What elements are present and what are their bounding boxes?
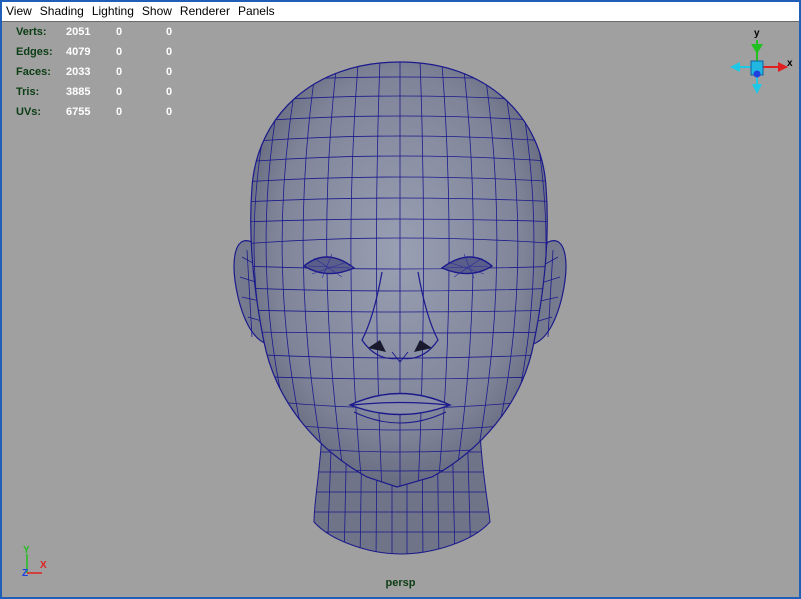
- view-cube-x-label: x: [787, 58, 793, 69]
- hud-row-uvs: UVs: 6755 0 0: [16, 102, 216, 122]
- hud-value: 0: [166, 106, 173, 118]
- view-cube[interactable]: y x: [730, 28, 793, 94]
- hud-value: 0: [116, 26, 123, 38]
- menu-show[interactable]: Show: [138, 2, 176, 21]
- hud-value: 0: [166, 26, 173, 38]
- hud-row-faces: Faces: 2033 0 0: [16, 62, 216, 82]
- maya-viewport-window: View Shading Lighting Show Renderer Pane…: [0, 0, 801, 599]
- hud-row-verts: Verts: 2051 0 0: [16, 22, 216, 42]
- menu-view[interactable]: View: [2, 2, 36, 21]
- menu-renderer[interactable]: Renderer: [176, 2, 234, 21]
- hud-label: Edges:: [16, 46, 53, 58]
- axis-gizmo: Y X Z: [22, 545, 47, 579]
- hud-label: Tris:: [16, 86, 40, 98]
- hud-label: UVs:: [16, 106, 42, 118]
- menu-lighting[interactable]: Lighting: [88, 2, 138, 21]
- view-cube-y-label: y: [754, 28, 760, 39]
- hud-row-edges: Edges: 4079 0 0: [16, 42, 216, 62]
- hud-label: Verts:: [16, 26, 47, 38]
- viewport-menubar: View Shading Lighting Show Renderer Pane…: [2, 2, 799, 22]
- hud-value: 2033: [66, 66, 91, 78]
- hud-value: 2051: [66, 26, 91, 38]
- hud-value: 0: [166, 86, 173, 98]
- axis-y-label: Y: [23, 545, 30, 556]
- axis-x-label: X: [40, 560, 47, 571]
- hud-value: 0: [116, 46, 123, 58]
- hud-label: Faces:: [16, 66, 51, 78]
- head-mesh: [250, 61, 548, 488]
- 3d-viewport[interactable]: y x Y X Z Verts: 2051 0 0 Edges: 4079 0 …: [2, 22, 799, 597]
- hud-value: 4079: [66, 46, 91, 58]
- hud-value: 0: [166, 66, 173, 78]
- poly-count-hud: Verts: 2051 0 0 Edges: 4079 0 0 Faces: 2…: [16, 22, 216, 122]
- camera-name-label: persp: [385, 577, 416, 589]
- hud-value: 0: [116, 86, 123, 98]
- hud-value: 6755: [66, 106, 91, 118]
- menu-panels[interactable]: Panels: [234, 2, 279, 21]
- menu-shading[interactable]: Shading: [36, 2, 88, 21]
- hud-value: 0: [116, 66, 123, 78]
- hud-row-tris: Tris: 3885 0 0: [16, 82, 216, 102]
- hud-value: 3885: [66, 86, 91, 98]
- hud-value: 0: [116, 106, 123, 118]
- hud-value: 0: [166, 46, 173, 58]
